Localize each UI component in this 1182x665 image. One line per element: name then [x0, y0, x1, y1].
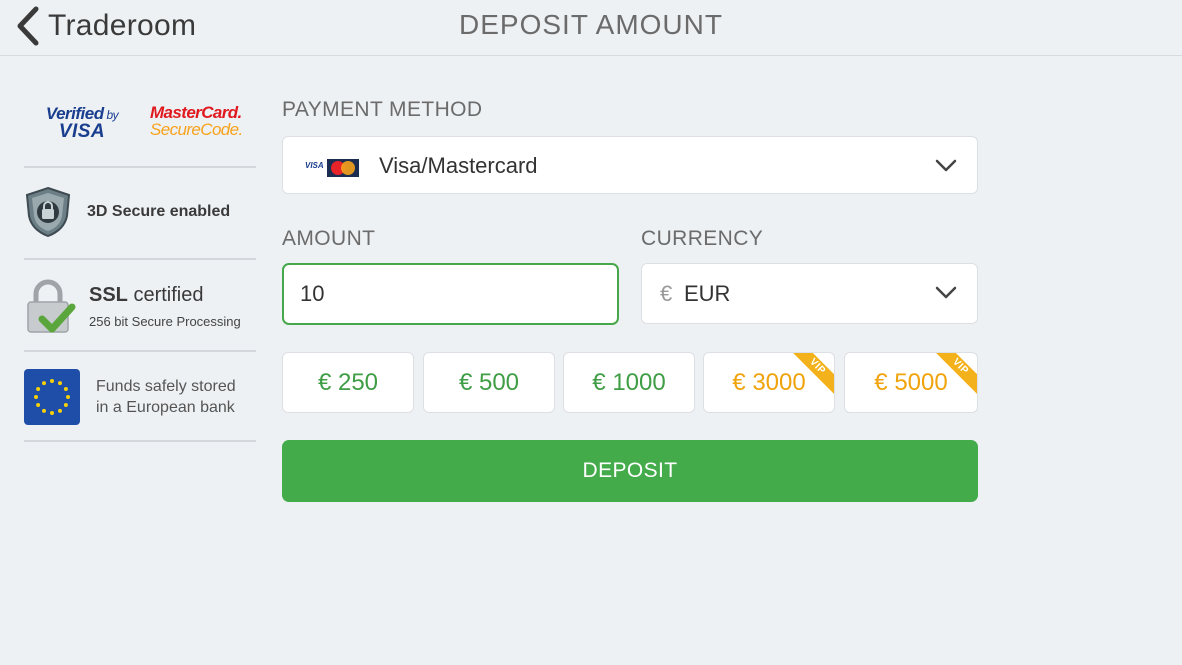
vip-ribbon-badge: VIP — [935, 353, 977, 395]
eu-flag-icon — [24, 369, 80, 425]
amount-label: AMOUNT — [282, 227, 376, 250]
preset-amount-button[interactable]: € 1000 — [563, 352, 695, 413]
currency-label: CURRENCY — [641, 227, 764, 250]
visa-mastercard-icon: VISA — [305, 159, 359, 177]
verified-by-visa-logo: Verified by VISA — [45, 104, 119, 142]
currency-symbol: € — [660, 281, 673, 306]
preset-amount-button[interactable]: € 500 — [423, 352, 555, 413]
header-bar: Traderoom DEPOSIT AMOUNT — [0, 0, 1182, 56]
preset-amount-button-vip[interactable]: € 5000 VIP — [844, 352, 978, 413]
page-title: DEPOSIT AMOUNT — [459, 9, 723, 40]
eu-bank-text: Funds safely stored in a European bank — [96, 378, 236, 416]
trust-ssl: SSL certified 256 bit Secure Processing — [24, 260, 256, 352]
mastercard-securecode-logo: MasterCard. SecureCode. — [150, 103, 243, 139]
amount-group: AMOUNT — [282, 227, 619, 325]
preset-amount-button[interactable]: € 250 — [282, 352, 414, 413]
svg-text:VISA: VISA — [305, 161, 324, 170]
trust-3d-secure: 3D Secure enabled — [24, 168, 256, 260]
ssl-subtitle: 256 bit Secure Processing — [89, 314, 241, 329]
currency-group: CURRENCY € EUR — [641, 227, 978, 324]
chevron-down-icon — [935, 286, 957, 299]
currency-select[interactable]: € EUR — [641, 263, 978, 324]
deposit-button[interactable]: DEPOSIT — [282, 440, 978, 502]
preset-amounts: € 250 € 500 € 1000 € 3000 VIP € 5000 VIP — [282, 352, 978, 414]
payment-method-label: PAYMENT METHOD — [282, 98, 483, 121]
shield-lock-icon — [25, 186, 71, 238]
trust-eu-bank: Funds safely stored in a European bank — [24, 352, 256, 442]
payment-method-value: Visa/Mastercard — [379, 153, 538, 178]
deposit-form: PAYMENT METHOD VISA Visa/Mastercard AMOU… — [282, 98, 978, 502]
ssl-title: SSL certified — [89, 284, 204, 306]
padlock-check-icon — [27, 279, 76, 333]
currency-value: EUR — [684, 281, 731, 306]
chevron-down-icon — [935, 159, 957, 172]
card-security-logos: Verified by VISA MasterCard. SecureCode. — [24, 90, 256, 168]
payment-method-select[interactable]: VISA Visa/Mastercard — [282, 136, 978, 194]
secure-3d-text: 3D Secure enabled — [87, 203, 231, 220]
amount-input[interactable] — [282, 263, 619, 325]
trust-badges: Verified by VISA MasterCard. SecureCode.… — [24, 90, 256, 442]
vip-ribbon-badge: VIP — [792, 353, 834, 395]
preset-amount-button-vip[interactable]: € 3000 VIP — [703, 352, 835, 413]
